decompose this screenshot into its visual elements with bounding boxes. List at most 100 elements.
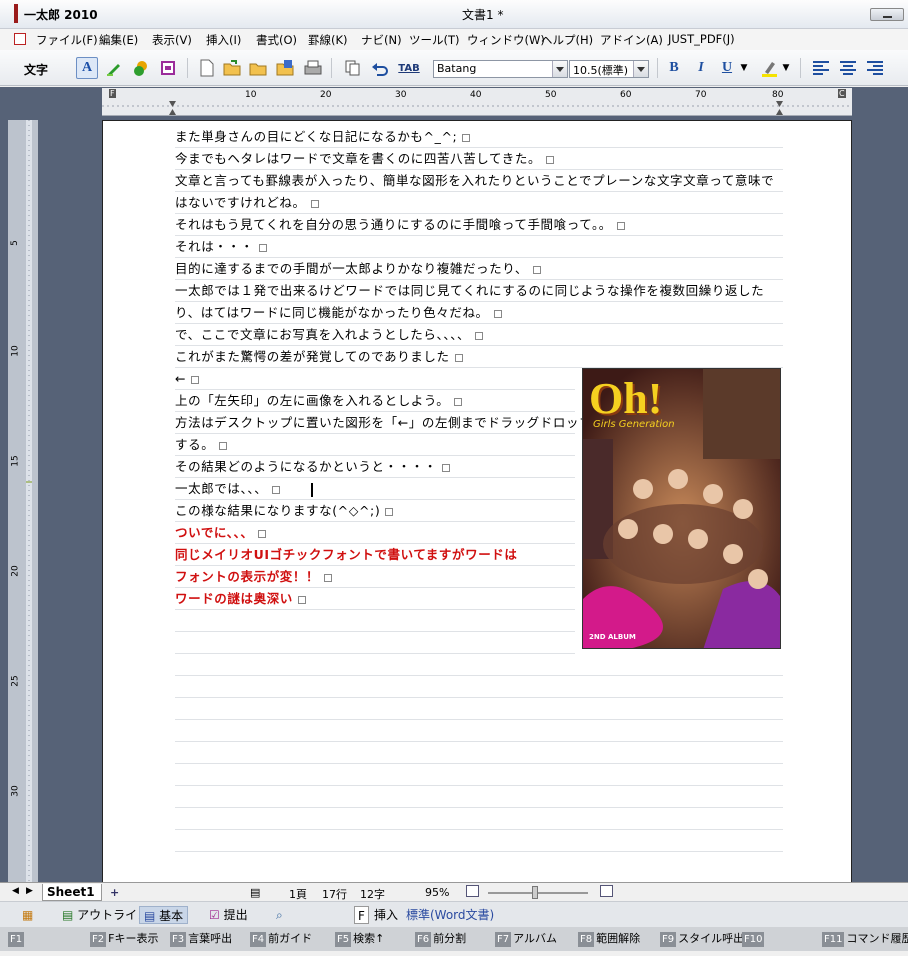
tab-insert-icon[interactable]: TAB: [396, 57, 422, 79]
font-name-select[interactable]: Batang: [433, 60, 568, 78]
frame-icon[interactable]: [157, 57, 179, 79]
align-left-icon[interactable]: [810, 57, 832, 79]
text-line[interactable]: ワードの謎は奥深い: [175, 588, 575, 610]
menu-edit[interactable]: 編集(E): [99, 32, 138, 48]
document-format-label[interactable]: 標準(Word文書): [402, 906, 498, 924]
add-sheet-button[interactable]: +: [110, 886, 119, 899]
font-color-a-icon[interactable]: A: [76, 57, 98, 79]
fkey-f2[interactable]: F2 Fキー表示: [90, 931, 158, 947]
empty-line[interactable]: [175, 808, 783, 830]
text-line[interactable]: はないですけれどね。: [175, 192, 783, 214]
text-line[interactable]: 方法はデスクトップに置いた図形を「←」の左側までドラッグドロップ: [175, 412, 592, 434]
text-line[interactable]: ついでに、、、: [175, 522, 575, 544]
menu-format[interactable]: 書式(O): [256, 32, 297, 48]
menu-file[interactable]: ファイル(F): [36, 32, 98, 48]
text-line[interactable]: 文章と言っても罫線表が入ったり、簡単な図形を入れたりということでプレーンな文字文…: [175, 170, 783, 192]
open-folder-icon[interactable]: [222, 57, 244, 79]
horizontal-ruler[interactable]: F C 10 20 30 40 50 60 70 80: [102, 88, 852, 116]
zoom-level[interactable]: 95%: [425, 886, 449, 899]
submit-mode-button[interactable]: ☑ 提出: [205, 906, 252, 924]
menu-just-pdf[interactable]: JUST_PDF(J): [668, 32, 735, 46]
text-line[interactable]: り、はてはワードに同じ機能がなかったり色々だね。: [175, 302, 783, 324]
empty-line[interactable]: [175, 632, 575, 654]
fkey-f11[interactable]: F11 コマンド履歴: [822, 931, 908, 947]
menu-view[interactable]: 表示(V): [152, 32, 192, 48]
empty-line[interactable]: [175, 720, 783, 742]
bold-button[interactable]: B: [663, 57, 685, 79]
document-icon[interactable]: [14, 33, 26, 45]
empty-line[interactable]: [175, 830, 783, 852]
page-view-icon[interactable]: ▤: [250, 886, 260, 899]
panel-icon[interactable]: ▦: [18, 906, 37, 924]
highlight-pen-icon[interactable]: [759, 57, 781, 79]
tab-scroll-left-icon[interactable]: ◀: [12, 886, 19, 896]
fkey-f9[interactable]: F9 スタイル呼出: [660, 931, 744, 947]
text-line[interactable]: フォントの表示が変！！: [175, 566, 575, 588]
empty-line[interactable]: [175, 676, 783, 698]
text-line[interactable]: それは・・・: [175, 236, 783, 258]
basic-mode-button[interactable]: ▤ 基本: [139, 906, 189, 924]
vertical-ruler[interactable]: 5 10 15 20 25 30: [8, 120, 38, 882]
text-line[interactable]: これがまた驚愕の差が発覚してのでありました: [175, 346, 783, 368]
fkey-f1[interactable]: F1: [8, 931, 26, 947]
text-line[interactable]: それはもう見てくれを自分の思う通りにするのに手間喰って手間喰って。。: [175, 214, 783, 236]
fkey-f7[interactable]: F7 アルバム: [495, 931, 557, 947]
empty-line[interactable]: [175, 698, 783, 720]
menu-help[interactable]: ヘルプ(H): [541, 32, 593, 48]
align-right-icon[interactable]: [864, 57, 886, 79]
fkey-f6[interactable]: F6 前分割: [415, 931, 466, 947]
align-center-icon[interactable]: [837, 57, 859, 79]
empty-line[interactable]: [175, 654, 783, 676]
text-line[interactable]: 同じメイリオUIゴチックフォントで書いてますがワードは: [175, 544, 575, 566]
open-file-icon[interactable]: [248, 57, 270, 79]
shape-icon[interactable]: [130, 57, 152, 79]
search-icon[interactable]: ⌕: [272, 906, 287, 924]
text-line[interactable]: また単身さんの目にどくな日記になるかも^_^;: [175, 126, 783, 148]
fkey-f4[interactable]: F4 前ガイド: [250, 931, 312, 947]
menu-navi[interactable]: ナビ(N): [361, 32, 402, 48]
font-size-select[interactable]: 10.5(標準): [569, 60, 649, 78]
menu-window[interactable]: ウィンドウ(W): [467, 32, 545, 48]
chevron-down-icon[interactable]: ▼: [738, 57, 750, 79]
chevron-down-icon[interactable]: ▼: [780, 57, 792, 79]
fkey-f5[interactable]: F5 検索↑: [335, 931, 384, 947]
save-icon[interactable]: [275, 57, 297, 79]
empty-line[interactable]: [175, 742, 783, 764]
document-page[interactable]: また単身さんの目にどくな日記になるかも^_^; 今までもヘタレはワードで文章を書く…: [102, 120, 852, 882]
text-line[interactable]: で、ここで文章にお写真を入れようとしたら、、、、: [175, 324, 783, 346]
italic-button[interactable]: I: [690, 57, 712, 79]
zoom-out-button[interactable]: [466, 885, 479, 897]
zoom-in-button[interactable]: [600, 885, 613, 897]
copy-icon[interactable]: [342, 57, 364, 79]
text-line[interactable]: その結果どのようになるかというと・・・・: [175, 456, 575, 478]
menu-addin[interactable]: アドイン(A): [600, 32, 663, 48]
text-line[interactable]: ←: [175, 368, 575, 390]
text-line[interactable]: 一太郎では、、、: [175, 478, 575, 500]
zoom-slider-thumb[interactable]: [532, 886, 538, 899]
album-cover-image[interactable]: Oh! Girls Generation 2ND ALBUM: [582, 368, 781, 649]
menu-tools[interactable]: ツール(T): [409, 32, 460, 48]
minimize-button[interactable]: [870, 8, 904, 21]
text-line[interactable]: 上の「左矢印」の左に画像を入れるとしよう。: [175, 390, 575, 412]
empty-line[interactable]: [175, 610, 575, 632]
menu-ruled-line[interactable]: 罫線(K): [308, 32, 348, 48]
new-document-icon[interactable]: [196, 57, 218, 79]
text-line[interactable]: する。: [175, 434, 575, 456]
underline-button[interactable]: U: [716, 57, 738, 79]
zoom-slider[interactable]: [488, 892, 588, 894]
text-line[interactable]: 目的に達するまでの手間が一太郎よりかなり複雑だったり、: [175, 258, 783, 280]
highlighter-icon[interactable]: [103, 57, 125, 79]
print-icon[interactable]: [302, 57, 324, 79]
empty-line[interactable]: [175, 786, 783, 808]
fkey-f3[interactable]: F3 言葉呼出: [170, 931, 232, 947]
tab-sheet1[interactable]: Sheet1: [42, 884, 102, 901]
fkey-f10[interactable]: F10: [742, 931, 766, 947]
menu-insert[interactable]: 挿入(I): [206, 32, 241, 48]
fkey-f8[interactable]: F8 範囲解除: [578, 931, 640, 947]
text-line[interactable]: 一太郎では１発で出来るけどワードでは同じ見てくれにするのに同じような操作を複数回…: [175, 280, 783, 302]
undo-icon[interactable]: [369, 57, 391, 79]
text-line[interactable]: この様な結果になりますな(^◇^;): [175, 500, 575, 522]
tab-scroll-right-icon[interactable]: ▶: [26, 886, 33, 896]
empty-line[interactable]: [175, 764, 783, 786]
text-line[interactable]: 今までもヘタレはワードで文章を書くのに四苦八苦してきた。: [175, 148, 783, 170]
